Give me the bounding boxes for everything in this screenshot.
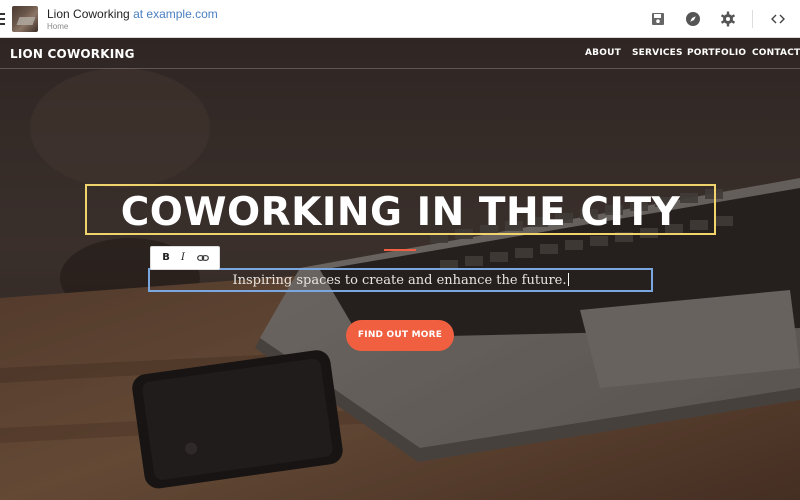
explore-button[interactable]: [682, 8, 704, 30]
code-icon: [771, 14, 785, 24]
format-toolbar: B I: [150, 246, 220, 270]
site-name: Lion Coworking: [47, 7, 130, 21]
hero-subtitle-line[interactable]: Inspiring spaces to create and enhance t…: [150, 273, 651, 288]
text-caret: [567, 273, 569, 286]
compass-icon: [686, 12, 700, 26]
hero-subtitle[interactable]: Inspiring spaces to create and enhance t…: [232, 273, 566, 288]
hero-section: LION COWORKING ABOUT SERVICES PORTFOLIO …: [0, 38, 800, 500]
gear-icon: [721, 11, 735, 27]
bold-button[interactable]: B: [157, 247, 175, 269]
site-brand[interactable]: LION COWORKING: [10, 47, 135, 61]
nav-link-services[interactable]: SERVICES: [632, 48, 683, 58]
link-button[interactable]: [194, 247, 212, 269]
toolbar-divider: [752, 10, 753, 28]
code-view-button[interactable]: [767, 8, 789, 30]
nav-link-portfolio[interactable]: PORTFOLIO: [687, 48, 746, 58]
menu-icon[interactable]: [0, 13, 6, 25]
italic-button[interactable]: I: [174, 247, 192, 269]
find-out-more-button[interactable]: FIND OUT MORE: [346, 320, 454, 351]
nav-link-about[interactable]: ABOUT: [585, 48, 621, 58]
headline-edit-outline[interactable]: COWORKING IN THE CITY: [85, 184, 716, 235]
hero-headline[interactable]: COWORKING IN THE CITY: [87, 190, 714, 235]
editor-toolbar: Lion Coworking at example.com Home: [0, 0, 800, 38]
current-page-name: Home: [47, 22, 69, 31]
site-title: Lion Coworking at example.com: [47, 7, 218, 21]
save-button[interactable]: [647, 8, 669, 30]
save-icon: [652, 13, 664, 25]
settings-button[interactable]: [717, 8, 739, 30]
accent-divider: [384, 249, 416, 251]
nav-link-contact[interactable]: CONTACT: [752, 48, 800, 58]
site-domain[interactable]: at example.com: [133, 7, 218, 21]
subtitle-edit-outline[interactable]: Inspiring spaces to create and enhance t…: [148, 268, 653, 292]
link-icon: [197, 255, 209, 261]
site-navbar: LION COWORKING ABOUT SERVICES PORTFOLIO …: [0, 38, 800, 69]
site-thumbnail[interactable]: [12, 6, 38, 32]
